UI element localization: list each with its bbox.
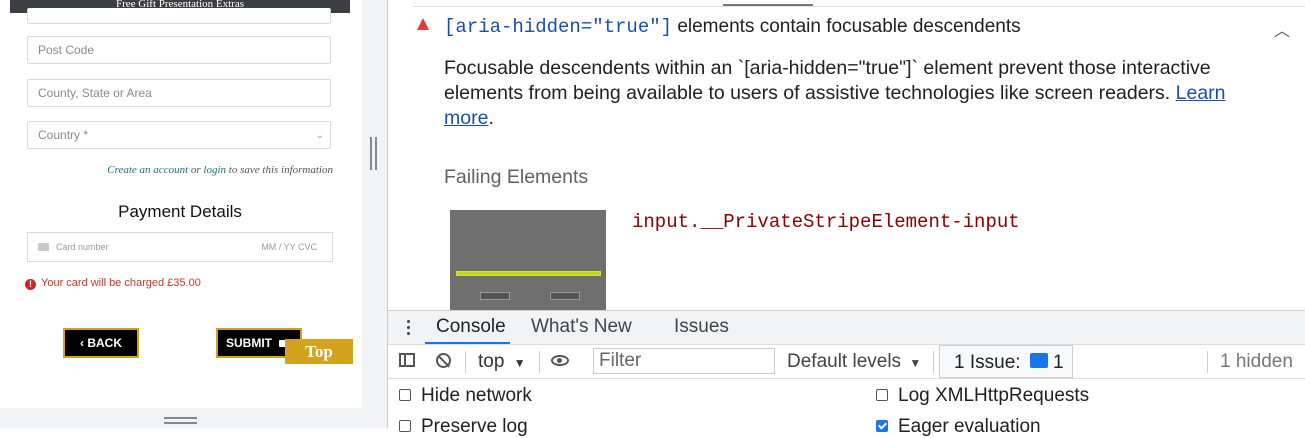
divider [465,351,466,373]
back-button[interactable]: ‹ BACK [63,328,139,358]
log-xhr-checkbox[interactable] [876,389,888,401]
hide-network-label: Hide network [421,385,532,406]
caret-down-icon: ▼ [513,356,526,370]
issue-message-icon [1030,353,1048,368]
payment-details-heading: Payment Details [118,202,242,221]
resize-grip-icon [164,422,197,424]
eager-evaluation-label: Eager evaluation [898,416,1041,437]
show-sidebar-icon[interactable] [399,353,415,367]
account-rest-text: to save this information [228,164,333,176]
issues-panel: [aria-hidden="true"] elements contain fo… [388,0,1305,310]
card-input[interactable]: Card number MM / YY CVC [27,232,333,262]
scroll-indicator [723,4,813,6]
country-select[interactable]: Country * ⌄ [27,121,331,149]
filter-input[interactable]: Filter [593,348,775,374]
preserve-log-checkbox[interactable] [399,420,411,432]
card-icon [38,243,49,251]
resize-grip-icon [164,417,197,419]
county-field[interactable]: County, State or Area [27,79,331,107]
alert-icon: ! [25,279,36,290]
divider [933,351,934,373]
pane-splitter[interactable] [362,0,388,428]
clear-console-icon[interactable] [436,353,451,368]
log-xhr-label: Log XMLHttpRequests [898,385,1090,406]
charge-notice: ! Your card will be charged £35.00 [25,277,201,290]
live-expression-eye-icon[interactable] [551,355,569,366]
login-link[interactable]: login [203,164,226,176]
preserve-log-label: Preserve log [421,416,528,437]
back-to-top-button[interactable]: Top [285,339,353,364]
log-levels-label: Default levels [787,351,902,372]
issues-counter-button[interactable]: 1 Issue: 1 [939,345,1073,378]
divider [413,6,1305,7]
submit-button-label: SUBMIT [226,336,272,350]
tab-console[interactable]: Console [436,316,506,338]
context-select-label: top [478,351,505,372]
drawer-tabbar: Console What's New Issues [388,310,1305,344]
issue-title[interactable]: [aria-hidden="true"] elements contain fo… [444,16,1021,38]
description-period: . [488,107,494,129]
create-account-link[interactable]: Create an account [107,164,188,176]
chevron-up-icon[interactable]: ︿ [1274,17,1290,41]
eager-evaluation-checkbox[interactable] [876,420,888,432]
viewport-resizer[interactable] [0,408,362,428]
charge-notice-text: Your card will be charged £35.00 [41,277,201,289]
hidden-count: 1 hidden [1220,351,1293,372]
account-or-text: or [190,164,201,176]
card-expiry-placeholder: MM / YY CVC [261,242,317,252]
card-number-placeholder: Card number [56,242,109,252]
issues-counter-label: 1 Issue: [954,352,1021,373]
divider [1207,351,1208,373]
back-button-label: BACK [87,336,122,350]
issue-description: Focusable descendents within an `[aria-h… [444,56,1264,131]
country-select-label: Country * [38,128,89,142]
splitter-handle-icon [375,137,377,170]
console-settings: Hide network Log XMLHttpRequests Preserv… [388,379,1305,437]
splitter-handle-icon [370,137,372,170]
previous-field[interactable] [27,8,331,24]
context-select[interactable]: top ▼ [478,351,526,373]
webpage-pane: Free Gift Presentation Extras Post Code … [0,0,362,428]
postcode-field[interactable]: Post Code [27,36,331,64]
chevron-down-icon: ⌄ [315,130,324,141]
issues-count: 1 [1053,352,1064,373]
console-toolbar: top ▼ Filter Default levels ▼ 1 Issue: 1… [388,344,1305,379]
element-screenshot-thumbnail[interactable] [450,210,606,310]
highlighted-element [456,271,601,276]
issue-description-text: Focusable descendents within an `[aria-h… [444,57,1211,104]
failing-element-selector[interactable]: input.__PrivateStripeElement-input [632,211,1020,233]
more-options-icon[interactable] [407,320,410,338]
failing-elements-heading: Failing Elements [444,166,589,188]
account-prompt: Create an account or login to save this … [27,164,333,176]
thumbnail-button [480,292,510,300]
caret-down-icon: ▼ [909,356,922,370]
issue-title-code: [aria-hidden="true"] [444,16,673,38]
log-levels-dropdown[interactable]: Default levels ▼ [787,351,921,373]
thumbnail-button [550,292,580,300]
tab-whats-new[interactable]: What's New [531,316,632,338]
hide-network-checkbox[interactable] [399,389,411,401]
warning-icon [417,18,429,30]
issue-title-text: elements contain focusable descendents [677,16,1021,37]
divider [539,351,540,373]
tab-issues[interactable]: Issues [674,316,729,338]
